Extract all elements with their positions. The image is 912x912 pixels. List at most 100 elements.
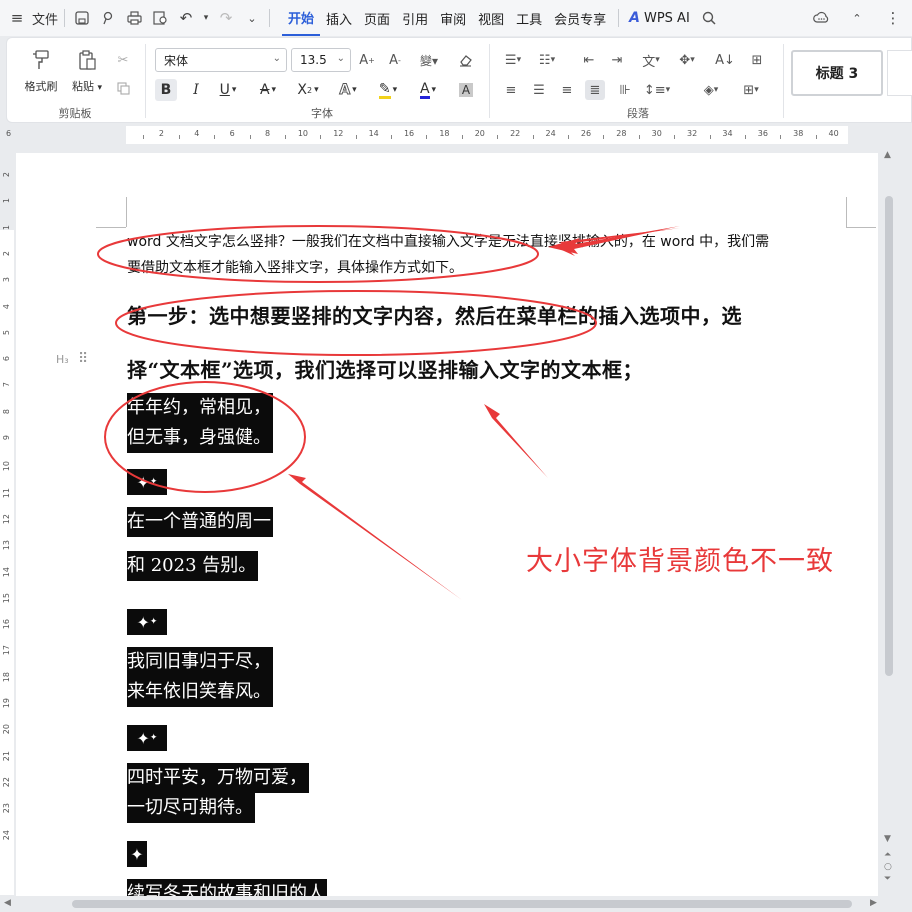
drag-handle-icon[interactable]: ⠿ xyxy=(78,351,88,367)
select-browse-icon[interactable]: ○ xyxy=(884,862,892,872)
file-menu-label: 文件 xyxy=(32,12,59,28)
intro-paragraph[interactable]: word 文档文字怎么竖排？一般我们在文档中直接输入文字是无法直接竖排输入的，在… xyxy=(127,229,849,281)
poem-line[interactable]: 但无事，身强健。 xyxy=(127,423,273,453)
poem-line[interactable]: 我同旧事归于尽， xyxy=(127,647,273,677)
ruler-minor-tick xyxy=(391,135,393,139)
tab-review[interactable]: 审阅 xyxy=(434,0,472,36)
align-left-icon[interactable]: ≡ xyxy=(501,80,521,100)
poem-line[interactable]: 四时平安，万物可爱， xyxy=(127,763,309,793)
italic-button[interactable]: I xyxy=(185,79,207,101)
tab-member[interactable]: 会员专享 xyxy=(548,0,612,36)
text-direction-icon[interactable]: ✥ ▾ xyxy=(673,50,701,70)
heading-marker-icon[interactable]: H₃ xyxy=(56,353,69,366)
save-icon[interactable] xyxy=(71,7,93,29)
ruler-number: 34 xyxy=(722,129,733,138)
poem-line[interactable]: 一切尽可期待。 xyxy=(127,793,255,823)
font-group: 宋体 ⌄ 13.5 ⌄ A + A- 變▾ B I U ▾ A ▾ X 2 ▾ A ▾ ✎ ▾… xyxy=(7,38,489,124)
bold-button[interactable]: B xyxy=(155,79,177,101)
cloud-sync-icon[interactable] xyxy=(810,7,832,29)
scroll-thumb[interactable] xyxy=(885,196,893,676)
step-heading[interactable]: 第一步：选中想要竖排的文字内容，然后在菜单栏的插入选项中，选 择“文本框”选项，… xyxy=(127,289,849,397)
poem-line[interactable]: 年年约，常相见， xyxy=(127,393,273,423)
scroll-up-icon[interactable]: ▲ xyxy=(884,150,891,160)
font-name-value: 宋体 xyxy=(164,53,189,68)
scroll-right-icon[interactable]: ▶ xyxy=(870,898,877,908)
font-name-select[interactable]: 宋体 ⌄ xyxy=(155,48,287,72)
ruler-minor-tick xyxy=(214,135,216,139)
margin-marker xyxy=(96,227,126,228)
phonetic-guide-icon[interactable]: 變▾ xyxy=(415,50,443,70)
horizontal-scroll-thumb[interactable] xyxy=(72,900,852,908)
document-page[interactable]: word 文档文字怎么竖排？一般我们在文档中直接输入文字是无法直接竖排输入的，在… xyxy=(16,153,878,898)
tab-view[interactable]: 视图 xyxy=(472,0,510,36)
scroll-down-icon[interactable]: ▼ xyxy=(884,834,891,844)
divider xyxy=(618,9,620,27)
export-pdf-icon[interactable] xyxy=(97,7,119,29)
borders-icon[interactable]: ⊞ ▾ xyxy=(737,80,765,100)
redo-icon[interactable]: ↷ xyxy=(215,7,237,29)
tab-home[interactable]: 开始 xyxy=(282,0,321,36)
poem-line[interactable]: 来年依旧笑春风。 xyxy=(127,677,273,707)
ruler-number: 38 xyxy=(793,129,804,138)
chinese-layout-icon[interactable]: 文 ▾ xyxy=(637,50,665,70)
shading-icon[interactable]: ◈ ▾ xyxy=(697,80,725,100)
scroll-left-icon[interactable]: ◀ xyxy=(4,898,11,908)
poem-line[interactable]: 在一个普通的周一 xyxy=(127,507,273,537)
horizontal-ruler[interactable]: 6 2 4 6 8 10 12 14 16 18 20 22 24 26 28 30 32 34 36 38 40 xyxy=(0,126,912,144)
decrease-indent-icon[interactable]: ⇤ xyxy=(579,50,599,70)
vertical-ruler-number: 11 xyxy=(2,487,11,498)
sparkle-icon: ✦ ✦ xyxy=(127,725,167,751)
numbered-list-icon[interactable]: ☷ ▾ xyxy=(533,50,561,70)
undo-dropdown-icon[interactable]: ▾ xyxy=(201,7,211,29)
tab-insert[interactable]: 插入 xyxy=(320,0,358,36)
increase-indent-icon[interactable]: ⇥ xyxy=(607,50,627,70)
next-page-icon[interactable]: ⏷ xyxy=(884,874,891,884)
show-marks-icon[interactable]: ⊞ xyxy=(747,50,767,70)
more-chevron-icon[interactable]: ⌄ xyxy=(241,7,263,29)
character-shading-button[interactable]: A xyxy=(455,79,477,101)
strikethrough-button[interactable]: A ▾ xyxy=(253,79,283,101)
intro-line-1: word 文档文字怎么竖排？一般我们在文档中直接输入文字是无法直接竖排输入的，在… xyxy=(127,234,770,250)
highlight-color-button[interactable]: ✎ ▾ xyxy=(373,79,403,101)
justify-icon[interactable]: ≣ xyxy=(585,80,605,100)
underline-button[interactable]: U ▾ xyxy=(213,79,243,101)
search-icon[interactable] xyxy=(698,7,720,29)
bullet-list-icon[interactable]: ☰ ▾ xyxy=(499,50,527,70)
distributed-align-icon[interactable]: ⊪ xyxy=(615,80,635,100)
ruler-number: 10 xyxy=(297,129,308,138)
file-menu[interactable]: ≡ 文件 xyxy=(6,7,58,29)
ruler-number: 6 xyxy=(229,129,235,138)
prev-page-icon[interactable]: ⏶ xyxy=(884,850,891,860)
vertical-ruler[interactable]: 2 1 1 2 3 4 5 6 7 8 9 10 11 12 13 14 15 16 17 18 19 20 21 22 23 2… xyxy=(0,150,14,895)
style-next[interactable] xyxy=(887,50,912,96)
vertical-ruler-number: 14 xyxy=(2,566,11,577)
more-options-icon[interactable]: ⋮ xyxy=(882,7,904,29)
line-spacing-icon[interactable]: ↕≡ ▾ xyxy=(643,80,671,100)
wps-ai-button[interactable]: A WPS AI xyxy=(629,10,690,26)
collapse-ribbon-icon[interactable]: ⌃ xyxy=(846,7,868,29)
ruler-number: 28 xyxy=(616,129,627,138)
horizontal-scrollbar[interactable]: ◀ ▶ xyxy=(0,896,912,912)
align-center-icon[interactable]: ☰ xyxy=(529,80,549,100)
style-heading3[interactable]: 标题 3 xyxy=(791,50,883,96)
ruler-number: 8 xyxy=(264,129,271,138)
undo-icon[interactable]: ↶ xyxy=(175,7,197,29)
font-size-select[interactable]: 13.5 ⌄ xyxy=(291,48,351,72)
print-icon[interactable] xyxy=(123,7,145,29)
clear-format-icon[interactable] xyxy=(455,50,475,70)
align-right-icon[interactable]: ≡ xyxy=(557,80,577,100)
tab-page[interactable]: 页面 xyxy=(358,0,396,36)
vertical-scrollbar[interactable]: ▲ ▼ ⏶ ○ ⏷ xyxy=(880,146,900,896)
sort-icon[interactable]: A↓ xyxy=(715,50,735,70)
paragraph-group: ☰ ▾ ☷ ▾ ⇤ ⇥ 文 ▾ ✥ ▾ A↓ ⊞ ≡ ☰ ≡ ≣ ⊪ ↕≡ ▾ ◈ ▾ ⊞ ▾… xyxy=(493,38,783,124)
poem-line[interactable]: 和 2023 告别。 xyxy=(127,551,259,581)
hamburger-icon: ≡ xyxy=(10,9,24,27)
tab-references[interactable]: 引用 xyxy=(396,0,434,36)
tab-tools[interactable]: 工具 xyxy=(510,0,548,36)
increase-font-icon[interactable]: A + xyxy=(357,50,377,70)
superscript-button[interactable]: X 2 ▾ xyxy=(293,79,323,101)
print-preview-icon[interactable] xyxy=(149,7,171,29)
text-effect-button[interactable]: A ▾ xyxy=(333,79,363,101)
decrease-font-icon[interactable]: A- xyxy=(385,50,405,70)
font-color-button[interactable]: A ▾ xyxy=(413,79,443,101)
